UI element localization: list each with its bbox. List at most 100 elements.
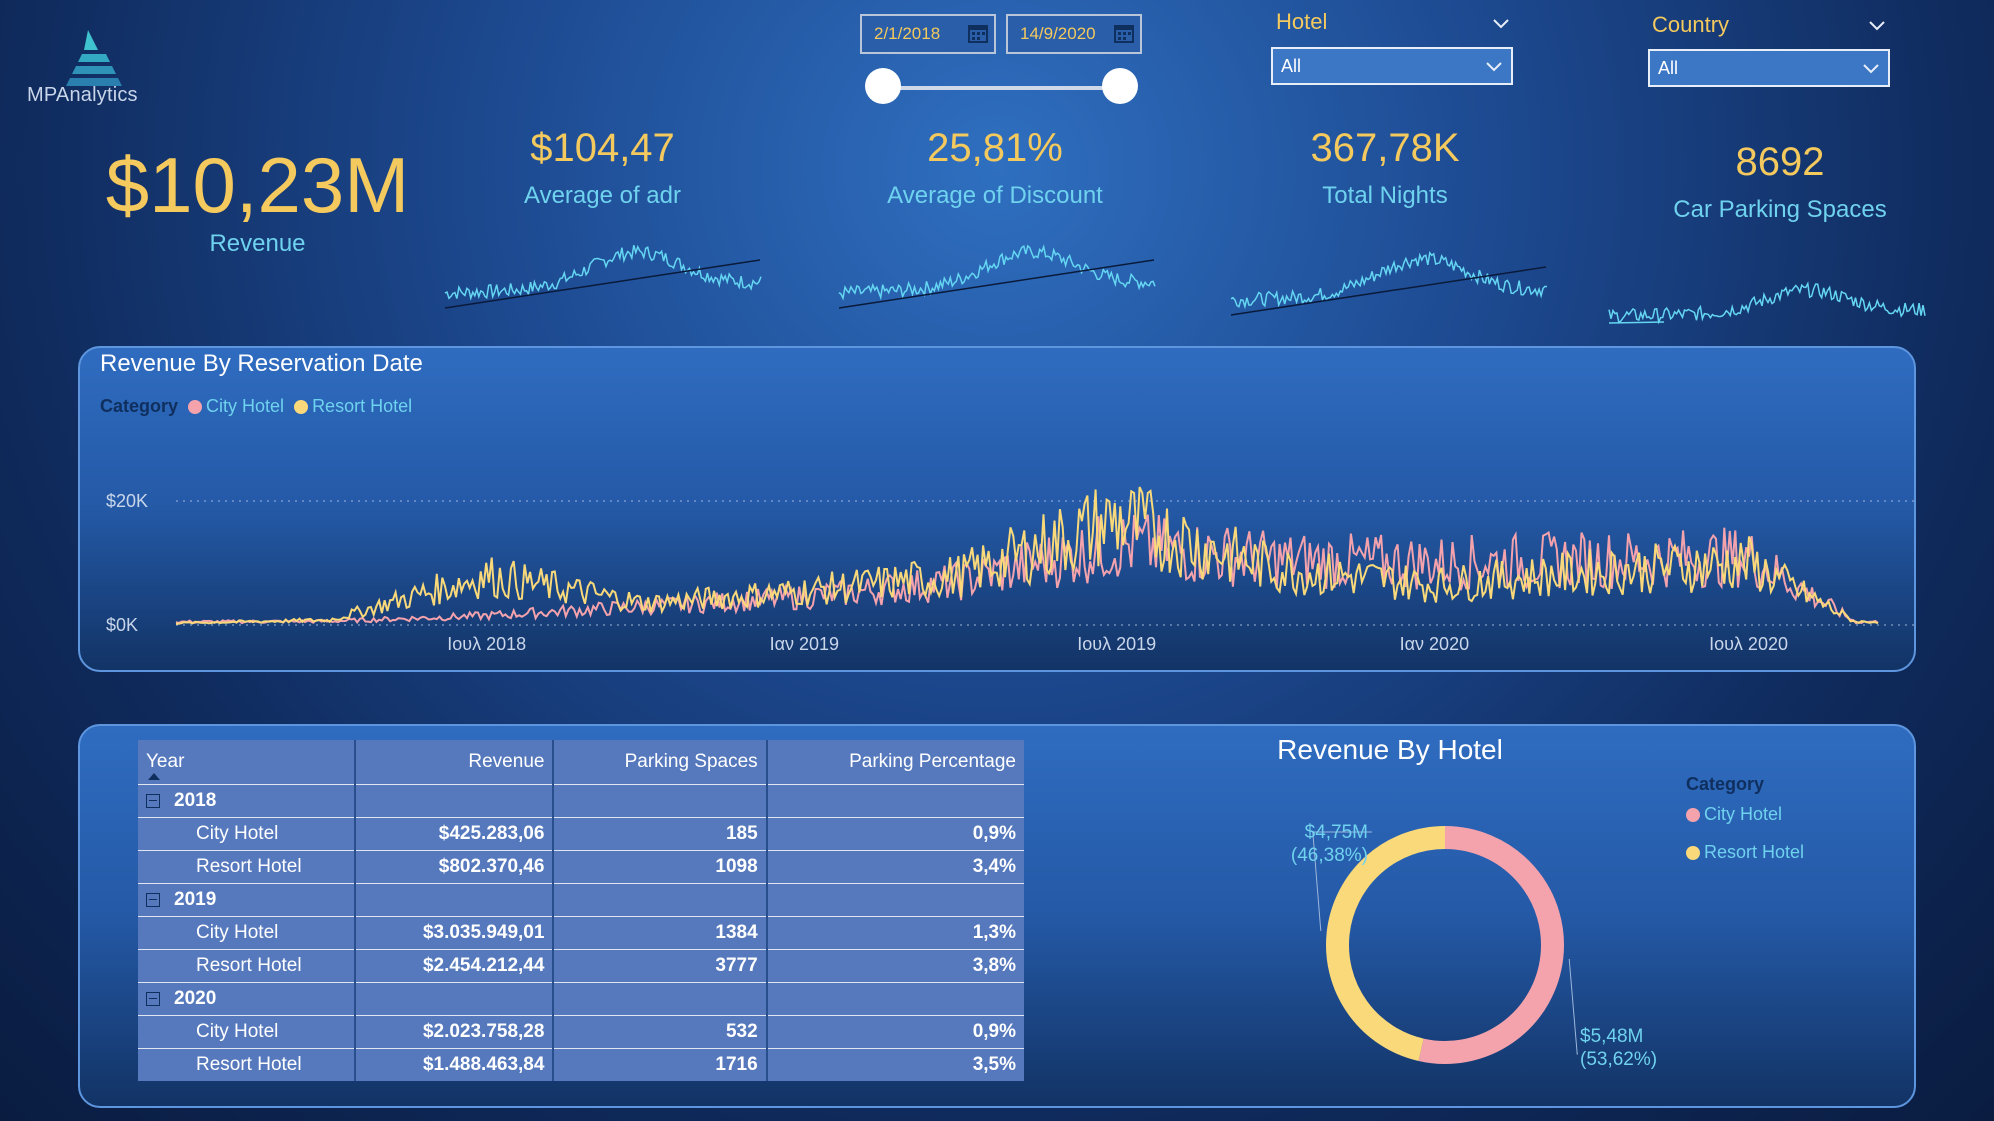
hotel-dropdown[interactable]: All	[1271, 47, 1513, 85]
year-label: 2020	[174, 988, 217, 1009]
percentage-cell: 1,3%	[766, 916, 1024, 950]
parking-cell: 1384	[553, 916, 768, 950]
hotel-name-cell: Resort Hotel	[138, 1048, 357, 1081]
col-header-year[interactable]: Year	[138, 740, 357, 785]
parking-cell: 185	[553, 817, 768, 851]
brand-name: MPAnalytics	[27, 84, 138, 106]
data-label: $5,48M	[1580, 1026, 1643, 1047]
col-header-percentage[interactable]: Parking Percentage	[766, 740, 1024, 785]
table-row[interactable]: Resort Hotel $1.488.463,84 1716 3,5%	[138, 1048, 1024, 1081]
legend-item-city-hotel[interactable]: City Hotel	[188, 396, 284, 417]
revenue-cell: $2.454.212,44	[355, 949, 555, 983]
parking-cell: 532	[553, 1015, 768, 1049]
table-group-row[interactable]: 2020	[138, 982, 1024, 1016]
resort-dot-icon	[1686, 845, 1700, 860]
table-row[interactable]: Resort Hotel $802.370,46 1098 3,4%	[138, 850, 1024, 884]
sparkline-path	[1608, 281, 1926, 325]
data-label-leader	[1568, 958, 1578, 1055]
percentage-cell: 0,9%	[766, 817, 1024, 851]
revenue-cell: $3.035.949,01	[355, 916, 555, 950]
percentage-cell: 0,9%	[766, 1015, 1024, 1049]
start-date-value: 2/1/2018	[874, 24, 941, 43]
trend-line	[444, 259, 761, 309]
data-label: (53,62%)	[1580, 1049, 1657, 1070]
adr-sparkline	[444, 244, 762, 309]
y-tick-label: $0K	[106, 615, 138, 635]
collapse-icon[interactable]	[146, 793, 160, 808]
country-slicer-title: Country	[1652, 12, 1730, 37]
country-dropdown[interactable]: All	[1648, 49, 1890, 87]
hotel-name-cell: City Hotel	[138, 916, 357, 950]
revenue-kpi-value: $10,23M	[105, 141, 410, 229]
revenue-by-hotel-donut[interactable]: $5,48M(53,62%) $4,75M(46,38%)	[1260, 790, 1700, 1100]
end-date-value: 14/9/2020	[1020, 24, 1096, 43]
revenue-cell: $2.023.758,28	[355, 1015, 555, 1049]
group-year-cell: 2019	[138, 883, 357, 917]
sparkline-path	[444, 244, 762, 301]
x-tick-label: Ιουλ 2020	[1709, 634, 1788, 654]
table-row[interactable]: City Hotel $2.023.758,28 532 0,9%	[138, 1015, 1024, 1049]
table-row[interactable]: City Hotel $3.035.949,01 1384 1,3%	[138, 916, 1024, 950]
adr-kpi-label: Average of adr	[524, 182, 681, 209]
x-tick-label: Ιαν 2019	[770, 634, 839, 654]
group-year-cell: 2018	[138, 784, 357, 818]
date-range-end-handle[interactable]	[1102, 68, 1138, 104]
percentage-cell: 3,4%	[766, 850, 1024, 884]
hotel-name-cell: City Hotel	[138, 1015, 357, 1049]
percentage-cell: 3,8%	[766, 949, 1024, 983]
empty-cell	[355, 982, 555, 1016]
parking-sparkline	[1608, 281, 1926, 325]
start-date-input[interactable]: 2/1/2018	[860, 14, 996, 54]
collapse-icon[interactable]	[146, 892, 160, 907]
empty-cell	[766, 982, 1024, 1016]
empty-cell	[553, 784, 768, 818]
city-dot-icon	[188, 399, 203, 414]
revenue-kpi-label: Revenue	[209, 230, 306, 257]
parking-cell: 1716	[553, 1048, 768, 1081]
x-tick-label: Ιουλ 2018	[447, 634, 526, 654]
date-range-start-handle[interactable]	[865, 68, 901, 104]
parking-kpi-label: Car Parking Spaces	[1673, 196, 1887, 223]
date-range-slider-track[interactable]	[882, 86, 1120, 90]
resort-hotel-slice[interactable]	[1326, 826, 1446, 1062]
discount-sparkline	[838, 244, 1156, 309]
legend-item-resort-hotel[interactable]: Resort Hotel	[294, 396, 412, 417]
collapse-icon[interactable]	[146, 991, 160, 1006]
nights-kpi-label: Total Nights	[1322, 182, 1448, 209]
adr-kpi-value: $104,47	[530, 126, 675, 170]
parking-kpi-value: 8692	[1735, 140, 1825, 184]
donut-legend-city-hotel[interactable]: City Hotel	[1686, 804, 1782, 825]
x-tick-label: Ιουλ 2019	[1077, 634, 1156, 654]
data-label: (46,38%)	[1291, 845, 1368, 866]
table-group-row[interactable]: 2019	[138, 883, 1024, 917]
revenue-line-chart[interactable]: $0K $20K Ιουλ 2018 Ιαν 2019 Ιουλ 2019 Ιαν 202…	[78, 440, 1916, 670]
trend-line	[1608, 321, 1665, 324]
legend-label: City Hotel	[206, 396, 285, 416]
col-header-revenue[interactable]: Revenue	[355, 740, 555, 785]
sparkline-path	[838, 244, 1156, 301]
table-row[interactable]: City Hotel $425.283,06 185 0,9%	[138, 817, 1024, 851]
chevron-down-icon[interactable]	[1868, 20, 1886, 32]
header-label: Year	[146, 751, 185, 772]
nights-kpi-value: 367,78K	[1310, 126, 1460, 170]
data-label: $4,75M	[1305, 822, 1368, 843]
calendar-icon[interactable]	[968, 23, 988, 43]
table-group-row[interactable]: 2018	[138, 784, 1024, 818]
hotel-name-cell: City Hotel	[138, 817, 357, 851]
end-date-input[interactable]: 14/9/2020	[1006, 14, 1142, 54]
city-hotel-slice[interactable]	[1418, 826, 1564, 1064]
line-chart-title: Revenue By Reservation Date	[100, 350, 423, 377]
group-year-cell: 2020	[138, 982, 357, 1016]
col-header-parking[interactable]: Parking Spaces	[553, 740, 768, 785]
calendar-icon[interactable]	[1114, 23, 1134, 43]
empty-cell	[553, 883, 768, 917]
revenue-cell: $802.370,46	[355, 850, 555, 884]
table-row[interactable]: Resort Hotel $2.454.212,44 3777 3,8%	[138, 949, 1024, 983]
percentage-cell: 3,5%	[766, 1048, 1024, 1081]
chevron-down-icon[interactable]	[1492, 18, 1510, 30]
x-tick-label: Ιαν 2020	[1400, 634, 1469, 654]
sort-asc-icon	[148, 773, 160, 780]
hotel-slicer-title: Hotel	[1276, 9, 1328, 34]
donut-legend-resort-hotel[interactable]: Resort Hotel	[1686, 842, 1804, 863]
empty-cell	[355, 883, 555, 917]
